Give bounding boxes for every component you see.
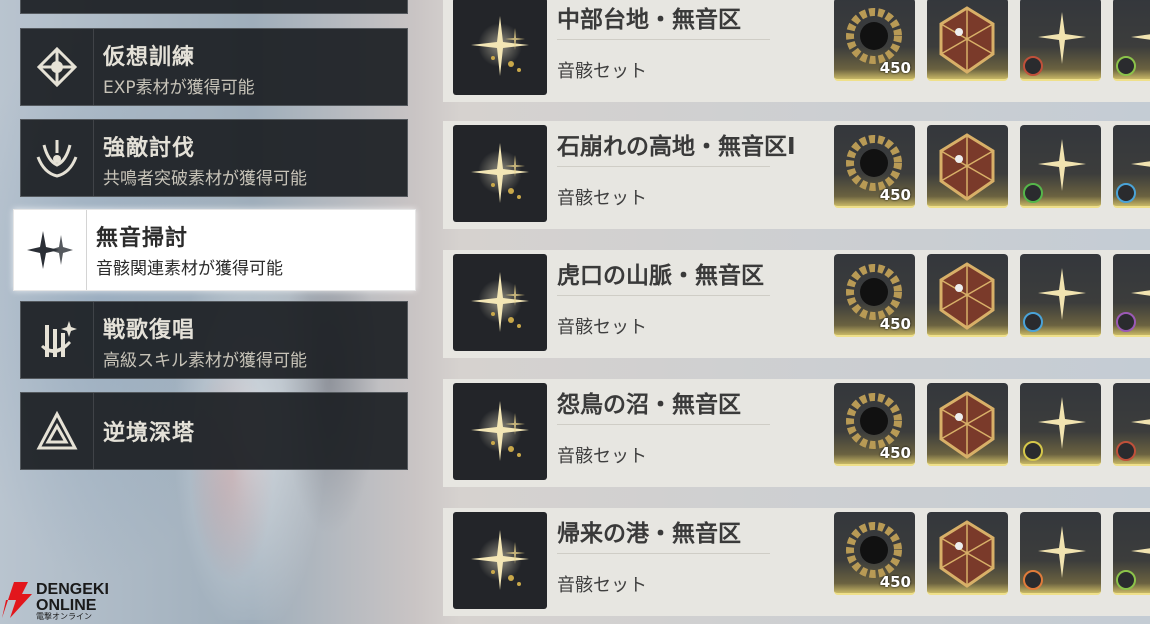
menu-subtitle: 共鳴者突破素材が獲得可能 xyxy=(103,169,307,189)
sonata-effect-badge-icon xyxy=(1023,312,1043,332)
reward-quantity: 450 xyxy=(879,444,911,462)
divider xyxy=(557,295,770,296)
dengeki-online-watermark: DENGEKI ONLINE 電撃オンライン xyxy=(0,578,130,621)
sonata-effect-badge-icon xyxy=(1116,312,1136,332)
reward-quantity: 450 xyxy=(879,573,911,591)
crystal-cube-icon xyxy=(939,6,995,74)
menu-item-partial[interactable] xyxy=(20,0,408,14)
echo-set-sparkle-icon xyxy=(453,125,547,222)
reward-set-label: 音骸セット xyxy=(557,575,647,596)
location-name: 石崩れの高地・無音区Ⅰ xyxy=(557,134,796,160)
menu-item-virtual-training[interactable]: 仮想訓練 EXP素材が獲得可能 xyxy=(20,28,408,106)
reward-slot-echo[interactable] xyxy=(1020,0,1101,81)
location-name: 帰来の港・無音区 xyxy=(557,521,741,547)
reward-slot-crystal[interactable] xyxy=(927,0,1008,81)
divider xyxy=(557,39,770,40)
sonata-effect-badge-icon xyxy=(1023,441,1043,461)
echo-set-sparkle-icon xyxy=(453,254,547,351)
location-name: 中部台地・無音区 xyxy=(557,7,741,33)
sonata-effect-badge-icon xyxy=(1116,183,1136,203)
menu-item-tacet-field[interactable]: 無音掃討 音骸関連素材が獲得可能 xyxy=(13,209,416,291)
reward-slot-ring[interactable]: 450 xyxy=(834,125,915,208)
echo-set-sparkle-icon xyxy=(453,383,547,480)
watermark-line1: DENGEKI xyxy=(36,581,109,598)
boss-challenge-icon xyxy=(21,120,94,196)
reward-slot-echo[interactable] xyxy=(1020,383,1101,466)
reward-quantity: 450 xyxy=(879,59,911,77)
echo-set-sparkle-icon xyxy=(453,0,547,95)
watermark-line3: 電撃オンライン xyxy=(36,611,92,620)
reward-quantity: 450 xyxy=(879,315,911,333)
menu-item-boss-challenge[interactable]: 強敵討伐 共鳴者突破素材が獲得可能 xyxy=(20,119,408,197)
reward-slot-echo[interactable] xyxy=(1113,0,1150,81)
reward-slot-ring[interactable]: 450 xyxy=(834,383,915,466)
location-card[interactable]: 石崩れの高地・無音区Ⅰ 音骸セット 450 xyxy=(443,121,1150,229)
divider xyxy=(557,553,770,554)
reward-set-label: 音骸セット xyxy=(557,61,647,82)
divider xyxy=(557,424,770,425)
reward-slot-ring[interactable]: 450 xyxy=(834,512,915,595)
menu-subtitle: EXP素材が獲得可能 xyxy=(103,78,255,98)
menu-title: 強敵討伐 xyxy=(103,136,196,161)
tower-of-adversity-icon xyxy=(21,393,94,469)
menu-title: 戦歌復唱 xyxy=(103,318,196,343)
reward-set-label: 音骸セット xyxy=(557,317,647,338)
sonata-effect-badge-icon xyxy=(1116,570,1136,590)
menu-title: 逆境深塔 xyxy=(103,421,196,446)
reward-slot-echo[interactable] xyxy=(1020,254,1101,337)
reward-slot-ring[interactable]: 450 xyxy=(834,0,915,81)
location-name: 怨鳥の沼・無音区 xyxy=(557,392,741,418)
menu-title: 仮想訓練 xyxy=(103,45,196,70)
reward-quantity: 450 xyxy=(879,186,911,204)
crystal-cube-icon xyxy=(939,133,995,201)
reward-slot-echo[interactable] xyxy=(1020,125,1101,208)
menu-title: 無音掃討 xyxy=(96,226,189,251)
reward-slot-crystal[interactable] xyxy=(927,512,1008,595)
weekly-challenge-icon xyxy=(21,302,94,378)
reward-slot-ring[interactable]: 450 xyxy=(834,254,915,337)
tacet-field-icon xyxy=(14,210,87,290)
reward-slot-echo[interactable] xyxy=(1113,125,1150,208)
reward-slot-crystal[interactable] xyxy=(927,383,1008,466)
reward-slot-echo[interactable] xyxy=(1020,512,1101,595)
location-name: 虎口の山脈・無音区 xyxy=(557,263,764,289)
menu-subtitle: 音骸関連素材が獲得可能 xyxy=(96,259,283,279)
divider xyxy=(557,166,770,167)
reward-set-label: 音骸セット xyxy=(557,188,647,209)
crystal-cube-icon xyxy=(939,262,995,330)
sonata-effect-badge-icon xyxy=(1116,56,1136,76)
virtual-training-icon xyxy=(21,29,94,105)
sonata-effect-badge-icon xyxy=(1023,183,1043,203)
reward-slot-echo[interactable] xyxy=(1113,383,1150,466)
menu-item-weekly-challenge[interactable]: 戦歌復唱 高級スキル素材が獲得可能 xyxy=(20,301,408,379)
reward-slot-echo[interactable] xyxy=(1113,254,1150,337)
echo-set-sparkle-icon xyxy=(453,512,547,609)
reward-slot-crystal[interactable] xyxy=(927,125,1008,208)
location-card[interactable]: 虎口の山脈・無音区音骸セット 450 xyxy=(443,250,1150,358)
crystal-cube-icon xyxy=(939,391,995,459)
sonata-effect-badge-icon xyxy=(1023,56,1043,76)
location-card[interactable]: 怨鳥の沼・無音区音骸セット 450 xyxy=(443,379,1150,487)
reward-slot-echo[interactable] xyxy=(1113,512,1150,595)
sonata-effect-badge-icon xyxy=(1023,570,1043,590)
menu-subtitle: 高級スキル素材が獲得可能 xyxy=(103,351,307,371)
reward-slot-crystal[interactable] xyxy=(927,254,1008,337)
menu-item-tower-of-adversity[interactable]: 逆境深塔 xyxy=(20,392,408,470)
location-card[interactable]: 中部台地・無音区音骸セット 450 xyxy=(443,0,1150,102)
location-card[interactable]: 帰来の港・無音区音骸セット 450 xyxy=(443,508,1150,616)
crystal-cube-icon xyxy=(939,520,995,588)
reward-set-label: 音骸セット xyxy=(557,446,647,467)
sonata-effect-badge-icon xyxy=(1116,441,1136,461)
